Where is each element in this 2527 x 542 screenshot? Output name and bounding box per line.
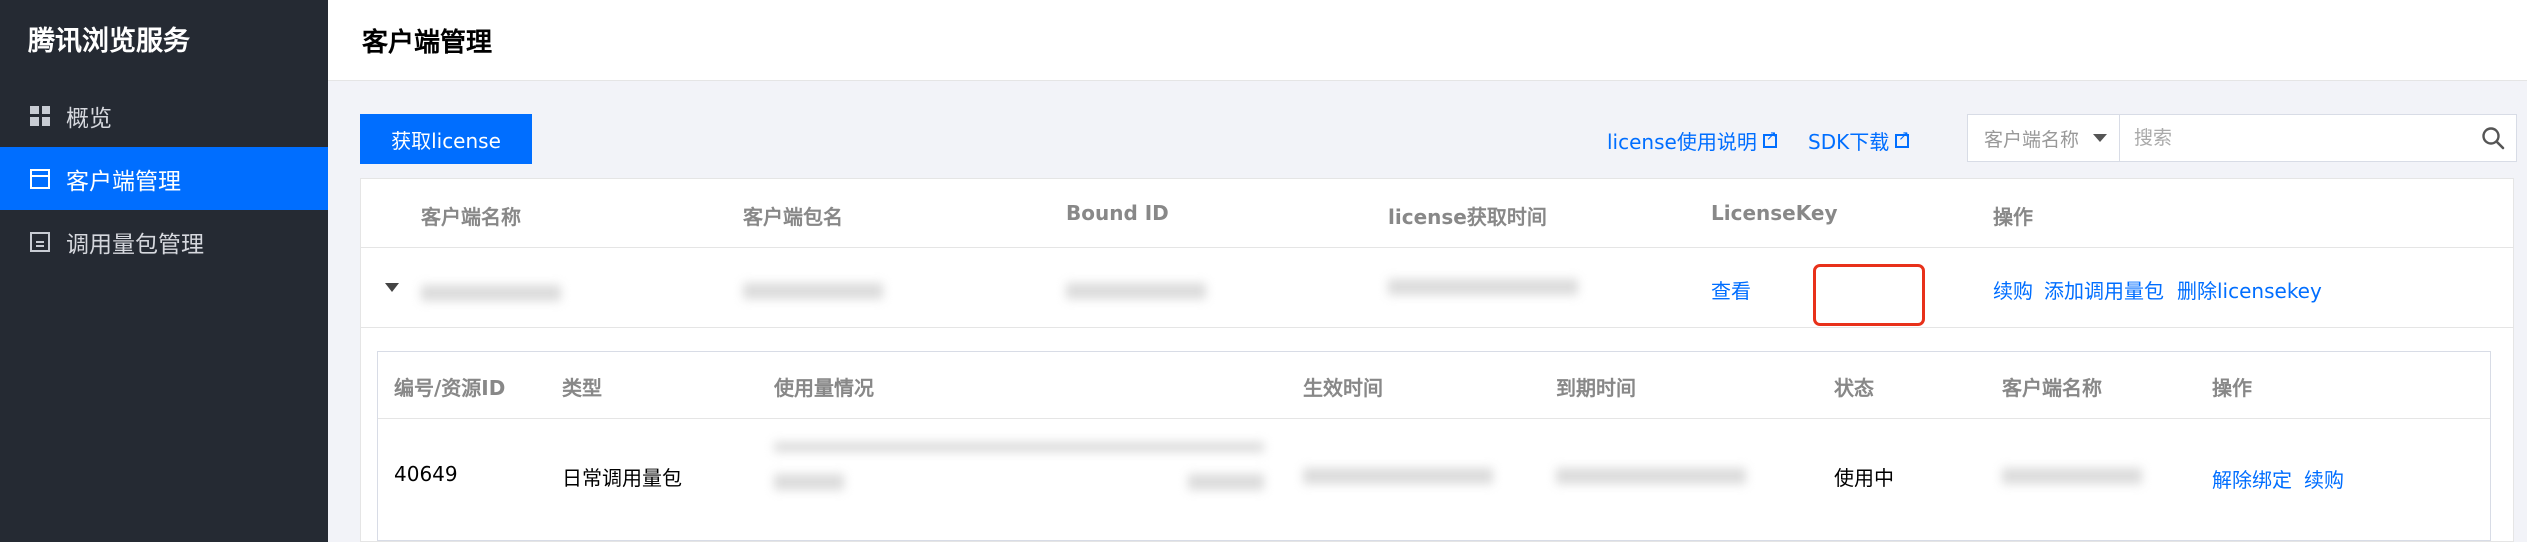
column-header: 状态 <box>1834 376 1874 400</box>
redacted-usage-bar <box>774 442 1264 452</box>
search-box: 客户端名称 <box>1967 114 2517 162</box>
search-field-select-value: 客户端名称 <box>1984 128 2080 151</box>
add-package-link[interactable]: 添加调用量包 <box>2044 275 2164 304</box>
renew-package-link[interactable]: 续购 <box>2304 464 2344 493</box>
redacted-bound-id <box>1066 283 1206 299</box>
caret-down-icon <box>2093 134 2107 142</box>
redacted-end-time <box>1556 468 1746 484</box>
sidebar-item-label: 概览 <box>66 105 112 132</box>
page-header: 客户端管理 <box>328 0 2527 81</box>
license-doc-link-label: license使用说明 <box>1607 130 1757 154</box>
external-link-icon <box>1762 129 1777 148</box>
search-icon[interactable] <box>2470 115 2516 161</box>
grid-icon <box>30 105 50 126</box>
column-header: 编号/资源ID <box>394 376 506 400</box>
sidebar: 腾讯浏览服务 概览 客户端管理 调用量包管理 <box>0 0 328 542</box>
sidebar-item-overview[interactable]: 概览 <box>0 84 328 147</box>
unbind-link[interactable]: 解除绑定 <box>2212 464 2292 493</box>
redacted-license-time <box>1388 279 1578 295</box>
status-badge: 使用中 <box>1834 466 1894 490</box>
package-id: 40649 <box>394 462 458 486</box>
window-icon <box>30 168 50 189</box>
column-header: 类型 <box>562 376 602 400</box>
expand-caret-icon[interactable] <box>385 283 399 292</box>
package-type: 日常调用量包 <box>562 466 682 490</box>
redacted-usage-percent <box>774 474 844 490</box>
sidebar-item-label: 客户端管理 <box>66 168 181 195</box>
get-license-button[interactable]: 获取license <box>360 114 532 164</box>
column-header: 生效时间 <box>1303 376 1383 400</box>
redacted-client-name <box>2002 468 2142 484</box>
redacted-package-name <box>743 283 883 299</box>
sidebar-item-package-management[interactable]: 调用量包管理 <box>0 210 328 273</box>
client-table: 客户端名称 客户端包名 Bound ID license获取时间 License… <box>360 178 2514 542</box>
column-header: Bound ID <box>1066 201 1169 225</box>
sidebar-item-client-management[interactable]: 客户端管理 <box>0 147 328 210</box>
column-header: 客户端名称 <box>2002 376 2102 400</box>
external-link-icon <box>1895 129 1910 148</box>
redacted-client-name <box>421 285 561 301</box>
document-icon <box>30 231 50 252</box>
package-subtable: 编号/资源ID 类型 使用量情况 生效时间 到期时间 状态 客户端名称 操作 4… <box>377 351 2491 541</box>
divider <box>361 247 2513 248</box>
column-header: LicenseKey <box>1711 201 1838 225</box>
column-header: 操作 <box>2212 376 2252 400</box>
column-header: 到期时间 <box>1556 376 1636 400</box>
page-title: 客户端管理 <box>362 28 493 58</box>
search-input[interactable] <box>2120 115 2470 161</box>
sdk-download-link-label: SDK下载 <box>1808 130 1890 154</box>
divider <box>378 418 2490 419</box>
sdk-download-link[interactable]: SDK下载 <box>1808 126 1910 155</box>
renew-link[interactable]: 续购 <box>1993 275 2033 304</box>
redacted-start-time <box>1303 468 1493 484</box>
column-header: 客户端名称 <box>421 205 521 229</box>
divider <box>361 327 2513 328</box>
delete-licensekey-link[interactable]: 删除licensekey <box>2177 275 2322 304</box>
column-header: 操作 <box>1993 205 2033 229</box>
brand-title: 腾讯浏览服务 <box>28 26 190 57</box>
toolbar: 获取license license使用说明 SDK下载 客户端名称 <box>360 114 2527 164</box>
license-doc-link[interactable]: license使用说明 <box>1607 126 1777 155</box>
column-header: license获取时间 <box>1388 205 1547 229</box>
view-license-key-link[interactable]: 查看 <box>1711 275 1751 304</box>
search-field-select[interactable]: 客户端名称 <box>1968 115 2120 161</box>
column-header: 使用量情况 <box>774 376 874 400</box>
sidebar-item-label: 调用量包管理 <box>66 231 204 258</box>
redacted-usage-total <box>1188 474 1264 490</box>
column-header: 客户端包名 <box>743 205 843 229</box>
highlight-annotation <box>1813 264 1925 326</box>
